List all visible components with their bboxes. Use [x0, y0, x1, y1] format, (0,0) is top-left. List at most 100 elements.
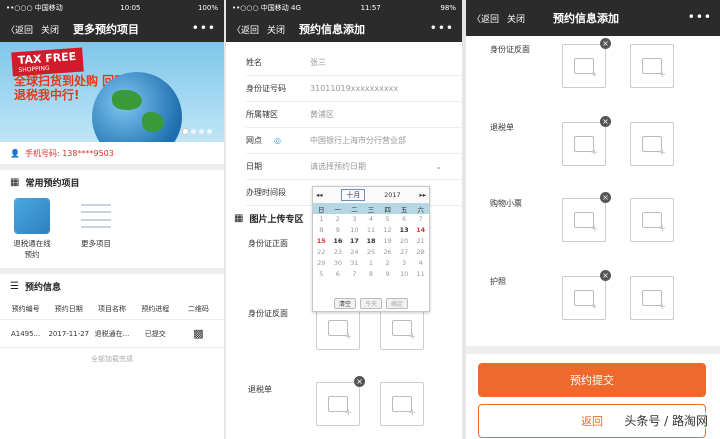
close-icon[interactable]: × [600, 192, 611, 203]
calendar-day[interactable]: 28 [412, 247, 429, 258]
item-tax-refund[interactable]: 退税通在线预约 [10, 198, 54, 260]
calendar-day[interactable]: 7 [346, 269, 363, 280]
calendar-day[interactable]: 6 [330, 269, 347, 280]
calendar-day[interactable]: 22 [313, 247, 330, 258]
promo-banner[interactable]: TAX FREE SHOPPING 全球扫货到处购 回国退税我中行! [0, 42, 224, 142]
district-field[interactable]: 所属辖区 黄浦区 [246, 102, 462, 128]
calendar-day[interactable]: 11 [363, 225, 380, 236]
close-icon[interactable]: × [600, 116, 611, 127]
calendar-day[interactable]: 10 [396, 269, 413, 280]
calendar-day[interactable]: 11 [412, 269, 429, 280]
calendar-day[interactable]: 26 [379, 247, 396, 258]
calendar-day[interactable]: 3 [396, 258, 413, 269]
image-upload-box[interactable] [562, 122, 606, 166]
calendar-day[interactable]: 13 [396, 225, 413, 236]
date-field[interactable]: 日期 请选择预约日期 ⌄ [246, 154, 462, 180]
date-picker[interactable]: ◂◂ 十月 2017 ▸▸ 日一二三四五六 1 2 3 4 5 6 7 8 9 10 11 12 13 1… [312, 186, 430, 312]
calendar-day[interactable]: 25 [363, 247, 380, 258]
close-icon[interactable]: × [600, 38, 611, 49]
calendar-day[interactable]: 4 [412, 258, 429, 269]
calendar-day[interactable]: 27 [396, 247, 413, 258]
status-bar: ••○○○ 中国移动 4G 11:57 98% [226, 0, 462, 16]
qr-code-icon[interactable]: ▩ [177, 327, 220, 340]
table-header: 预约编号 预约日期 项目名称 预约进程 二维码 [0, 298, 224, 320]
carrier: ••○○○ 中国移动 [6, 4, 63, 12]
more-icon[interactable]: ••• [688, 10, 712, 24]
clear-button[interactable]: 清空 [333, 298, 356, 309]
calendar-day[interactable]: 17 [346, 236, 363, 247]
carrier: ••○○○ 中国移动 4G [232, 4, 301, 12]
back-button[interactable]: 〈返回 [6, 23, 33, 36]
calendar-day[interactable]: 14 [412, 225, 429, 236]
calendar-day[interactable]: 8 [313, 225, 330, 236]
calendar-day[interactable]: 5 [313, 269, 330, 280]
submit-button[interactable]: 预约提交 [478, 363, 706, 397]
calendar-days[interactable]: 1 2 3 4 5 6 7 8 9 10 11 12 13 14 15 16 17 18 19 20 21 22 23 24 2… [313, 214, 429, 280]
appointments-header: ☰ 预约信息 [10, 280, 61, 293]
calendar-day[interactable]: 15 [313, 236, 330, 247]
image-upload-box[interactable] [380, 306, 424, 350]
close-button[interactable]: 关闭 [507, 12, 525, 25]
nav-bar: 〈返回 关闭 预约信息添加 ••• [466, 0, 720, 36]
calendar-day[interactable]: 16 [330, 236, 347, 247]
image-upload-box[interactable] [630, 122, 674, 166]
more-icon[interactable]: ••• [192, 21, 216, 35]
year-label[interactable]: 2017 [384, 191, 401, 199]
next-year-icon[interactable]: ▸▸ [419, 191, 426, 199]
month-select[interactable]: 十月 [341, 189, 366, 201]
calendar-icon: ▦ [10, 176, 20, 188]
calendar-day[interactable]: 5 [379, 214, 396, 225]
image-upload-box[interactable] [630, 44, 674, 88]
calendar-day[interactable]: 9 [379, 269, 396, 280]
close-icon[interactable]: × [600, 270, 611, 281]
calendar-day[interactable]: 2 [330, 214, 347, 225]
back-button[interactable]: 〈返回 [472, 12, 499, 25]
calendar-day[interactable]: 30 [330, 258, 347, 269]
image-upload-box[interactable] [316, 306, 360, 350]
image-icon [392, 396, 416, 418]
calendar-day[interactable]: 1 [313, 214, 330, 225]
status-bar: ••○○○ 中国移动 10:05 100% [0, 0, 224, 16]
image-upload-box[interactable] [630, 276, 674, 320]
calendar-day[interactable]: 7 [412, 214, 429, 225]
today-button[interactable]: 今天 [359, 298, 382, 309]
image-upload-box[interactable] [630, 198, 674, 242]
calendar-day[interactable]: 18 [363, 236, 380, 247]
calendar-day[interactable]: 9 [330, 225, 347, 236]
calendar-day[interactable]: 21 [412, 236, 429, 247]
chevron-left-icon: 〈 [6, 25, 16, 36]
calendar-day[interactable]: 23 [330, 247, 347, 258]
more-icon[interactable]: ••• [430, 21, 454, 35]
calendar-day[interactable]: 3 [346, 214, 363, 225]
prev-year-icon[interactable]: ◂◂ [316, 191, 323, 199]
image-upload-box[interactable] [380, 382, 424, 426]
image-upload-box[interactable] [562, 276, 606, 320]
calendar-day[interactable]: 10 [346, 225, 363, 236]
carousel-dots[interactable] [183, 129, 212, 134]
common-items-list: 退税通在线预约 更多项目 [0, 194, 224, 274]
name-field[interactable]: 姓名 张三 [246, 50, 462, 76]
back-button[interactable]: 〈返回 [232, 23, 259, 36]
calendar-day[interactable]: 1 [363, 258, 380, 269]
calendar-day[interactable]: 24 [346, 247, 363, 258]
calendar-day[interactable]: 12 [379, 225, 396, 236]
calendar-day[interactable]: 20 [396, 236, 413, 247]
calendar-day[interactable]: 8 [363, 269, 380, 280]
close-button[interactable]: 关闭 [41, 23, 59, 36]
table-row[interactable]: A1495... 2017-11-27 退税通在... 已提交 ▩ [0, 320, 224, 348]
calendar-day[interactable]: 4 [363, 214, 380, 225]
image-upload-box[interactable] [562, 198, 606, 242]
branch-field[interactable]: 网点 中国银行上海市分行营业部 ◎ [246, 128, 462, 154]
close-icon[interactable]: × [354, 376, 365, 387]
close-button[interactable]: 关闭 [267, 23, 285, 36]
image-upload-box[interactable] [316, 382, 360, 426]
calendar-day[interactable]: 19 [379, 236, 396, 247]
image-upload-box[interactable] [562, 44, 606, 88]
calendar-day[interactable]: 31 [346, 258, 363, 269]
ok-button[interactable]: 确定 [386, 298, 409, 309]
calendar-day[interactable]: 29 [313, 258, 330, 269]
calendar-day[interactable]: 2 [379, 258, 396, 269]
calendar-day[interactable]: 6 [396, 214, 413, 225]
item-more-projects[interactable]: 更多项目 [74, 198, 118, 260]
id-number-field[interactable]: 身份证号码 31011019xxxxxxxxxx [246, 76, 462, 102]
